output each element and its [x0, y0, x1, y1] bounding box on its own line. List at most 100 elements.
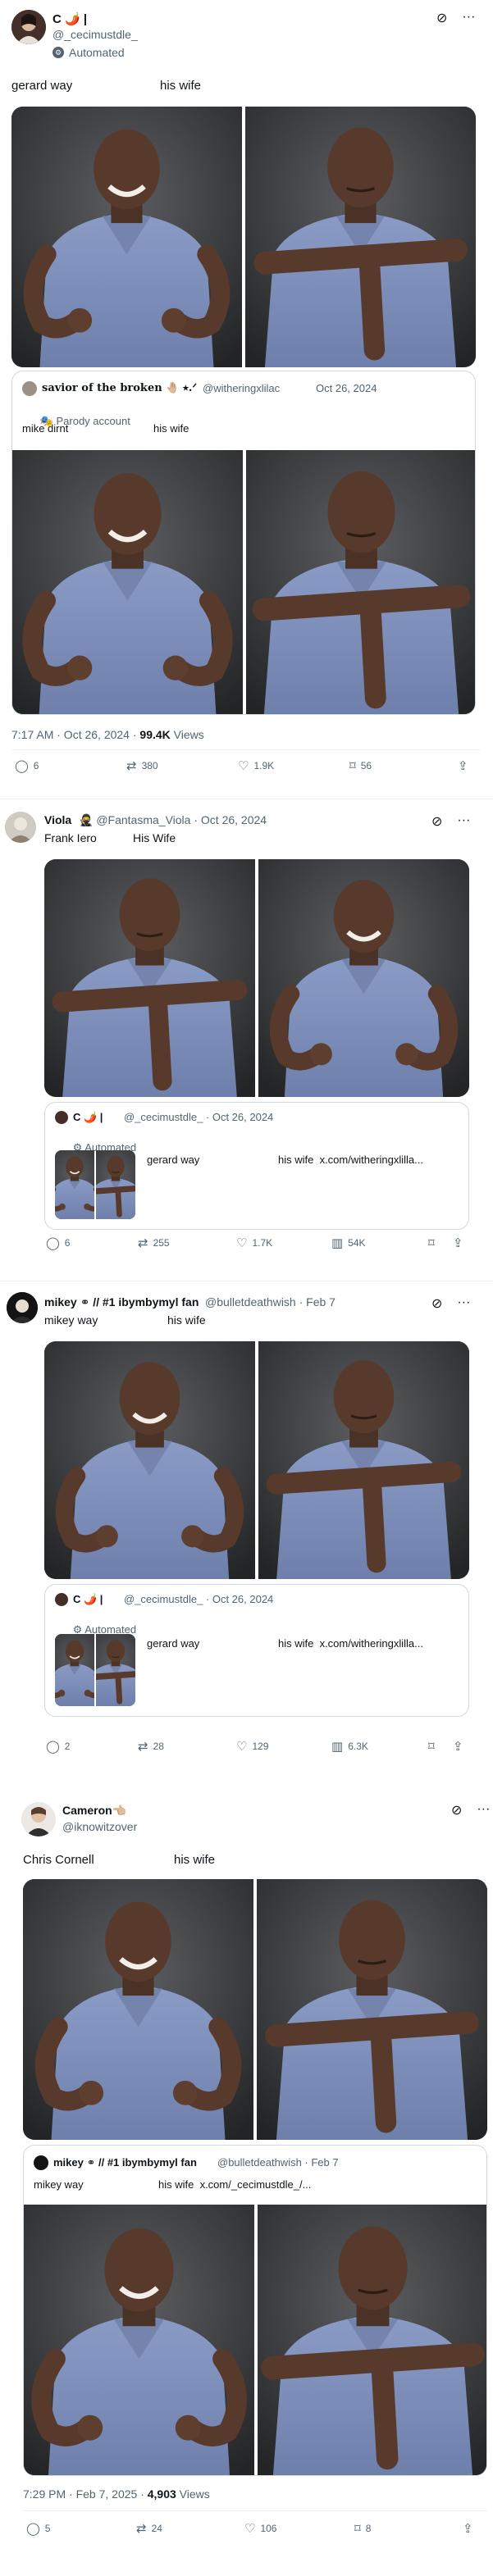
- post-top-icons: ⊘ ···: [436, 10, 475, 26]
- like-icon: ♡: [238, 759, 249, 773]
- photo-smiling[interactable]: [11, 107, 242, 367]
- avatar[interactable]: [11, 10, 46, 44]
- share-icon: ⇪: [453, 1236, 463, 1250]
- reply-count: 5: [44, 2523, 51, 2534]
- more-icon[interactable]: ···: [457, 1295, 470, 1312]
- automated-text: Automated: [69, 46, 125, 59]
- post-text-left: mikey way: [44, 1313, 98, 1327]
- bookmark-button[interactable]: ⌑: [428, 1236, 435, 1250]
- media-pair[interactable]: [44, 1341, 469, 1579]
- views-button[interactable]: ▥ 6.3K: [331, 1739, 368, 1754]
- share-button[interactable]: ⇪: [463, 2521, 473, 2536]
- quoted-post[interactable]: mikey ⚭ // #1 ibymbymyl fan @bulletdeath…: [23, 2145, 487, 2476]
- quote-author-name: C 🌶️ |: [73, 1593, 103, 1605]
- reply-button[interactable]: ◯ 6: [46, 1236, 70, 1250]
- avatar[interactable]: [7, 1292, 38, 1323]
- repost-count: 28: [153, 1741, 164, 1752]
- more-icon[interactable]: ···: [477, 1802, 490, 1818]
- repost-icon: ⇄: [126, 759, 137, 773]
- views-count: 6.3K: [348, 1741, 368, 1752]
- post-3: mikey ⚭ // #1 ibymbymyl fan @bulletdeath…: [0, 1281, 493, 1787]
- share-button[interactable]: ⇪: [453, 1236, 463, 1250]
- like-icon: ♡: [244, 2522, 256, 2536]
- grok-icon[interactable]: ⊘: [431, 1295, 442, 1312]
- quote-thumb-smiling[interactable]: [55, 1150, 94, 1219]
- bookmark-button[interactable]: ⌑ 56: [349, 758, 372, 773]
- like-button[interactable]: ♡ 1.9K: [238, 758, 274, 773]
- like-icon: ♡: [236, 1740, 248, 1754]
- author-name[interactable]: Cameron👈🏼: [62, 1804, 126, 1818]
- photo-timeout[interactable]: [44, 859, 255, 1097]
- quote-photo-timeout[interactable]: [246, 450, 475, 714]
- post-top-icons: ⊘ ···: [451, 1802, 490, 1818]
- quote-photo-timeout[interactable]: [258, 2205, 486, 2475]
- avatar[interactable]: [21, 1802, 56, 1836]
- grok-icon[interactable]: ⊘: [431, 813, 442, 830]
- reply-button[interactable]: ◯ 6: [15, 758, 39, 773]
- more-icon[interactable]: ···: [457, 813, 470, 830]
- quote-avatar: [34, 2155, 48, 2170]
- quote-avatar: [55, 1593, 68, 1606]
- quoted-post[interactable]: C 🌶️ | @_cecimustdle_ · Oct 26, 2024 ⚙ A…: [44, 1102, 469, 1230]
- repost-button[interactable]: ⇄ 24: [136, 2521, 162, 2536]
- photo-smiling-2[interactable]: [258, 859, 469, 1097]
- repost-button[interactable]: ⇄ 28: [138, 1739, 164, 1754]
- quote-photo-smiling[interactable]: [24, 2205, 254, 2475]
- quote-author-handle: @_cecimustdle_ · Oct 26, 2024: [124, 1111, 274, 1123]
- grok-icon[interactable]: ⊘: [436, 10, 447, 26]
- avatar[interactable]: [5, 812, 36, 843]
- quote-author-handle: @witheringxlilac: [203, 382, 281, 394]
- author-handle[interactable]: @iknowitzover: [62, 1820, 137, 1833]
- bookmark-count: 56: [360, 760, 372, 771]
- media-pair[interactable]: [11, 107, 476, 367]
- author-handle[interactable]: @_cecimustdle_: [52, 28, 138, 41]
- bookmark-button[interactable]: ⌑: [428, 1739, 435, 1754]
- quote-thumb-timeout[interactable]: [96, 1634, 135, 1706]
- like-count: 129: [252, 1741, 269, 1752]
- reply-button[interactable]: ◯ 5: [26, 2521, 50, 2536]
- quote-text-right: his wife x.com/_cecimustdle_/...: [158, 2178, 312, 2191]
- reply-icon: ◯: [46, 1236, 60, 1250]
- post-1: C 🌶️ | @_cecimustdle_ ⚙ Automated ⊘ ··· …: [0, 0, 493, 787]
- post-text-left: Frank Iero: [44, 831, 97, 844]
- reply-button[interactable]: ◯ 2: [46, 1739, 70, 1754]
- quote-date: Oct 26, 2024: [316, 382, 377, 394]
- photo-timeout[interactable]: [258, 1341, 469, 1579]
- photo-timeout[interactable]: [245, 107, 476, 367]
- grok-icon[interactable]: ⊘: [451, 1802, 462, 1818]
- quote-text-right: his wife x.com/witheringxlilla...: [278, 1154, 423, 1166]
- quote-text-left: mike dirnt: [22, 422, 69, 435]
- quoted-post[interactable]: C 🌶️ | @_cecimustdle_ · Oct 26, 2024 ⚙ A…: [44, 1584, 469, 1717]
- automated-label: ⚙ Automated: [52, 46, 125, 59]
- quote-photo-smiling[interactable]: [12, 450, 243, 714]
- like-button[interactable]: ♡ 106: [244, 2521, 276, 2536]
- author-handle[interactable]: 🥷 @Fantasma_Viola · Oct 26, 2024: [79, 813, 267, 827]
- photo-smiling[interactable]: [23, 1879, 253, 2140]
- share-button[interactable]: ⇪: [453, 1739, 463, 1754]
- author-name[interactable]: Viola: [44, 813, 71, 826]
- quote-avatar: [55, 1111, 68, 1124]
- share-button[interactable]: ⇪: [458, 758, 468, 773]
- quote-thumb-smiling[interactable]: [55, 1634, 94, 1706]
- author-handle[interactable]: @bulletdeathwish · Feb 7: [205, 1295, 336, 1308]
- post-4: Cameron👈🏼 @iknowitzover ⊘ ··· Chris Corn…: [0, 1792, 493, 2576]
- like-button[interactable]: ♡ 1.7K: [236, 1236, 272, 1250]
- bookmark-button[interactable]: ⌑ 8: [354, 2521, 371, 2536]
- author-name[interactable]: mikey ⚭ // #1 ibymbymyl fan: [44, 1295, 199, 1309]
- reply-icon: ◯: [46, 1740, 60, 1754]
- more-icon[interactable]: ···: [462, 10, 475, 26]
- share-icon: ⇪: [463, 2522, 473, 2536]
- reply-count: 2: [64, 1741, 71, 1752]
- reply-icon: ◯: [26, 2522, 40, 2536]
- like-button[interactable]: ♡ 129: [236, 1739, 268, 1754]
- author-name[interactable]: C 🌶️ |: [52, 11, 87, 26]
- repost-button[interactable]: ⇄ 255: [138, 1236, 170, 1250]
- media-pair[interactable]: [44, 859, 469, 1097]
- photo-timeout[interactable]: [257, 1879, 487, 2140]
- quote-thumb-timeout[interactable]: [96, 1150, 135, 1219]
- quoted-post[interactable]: savior of the broken 🤚🏼 ⭑.ᐟ @witheringxl…: [11, 371, 476, 715]
- repost-button[interactable]: ⇄ 380: [126, 758, 158, 773]
- media-pair[interactable]: [23, 1879, 487, 2140]
- photo-smiling[interactable]: [44, 1341, 255, 1579]
- views-button[interactable]: ▥ 54K: [331, 1236, 366, 1250]
